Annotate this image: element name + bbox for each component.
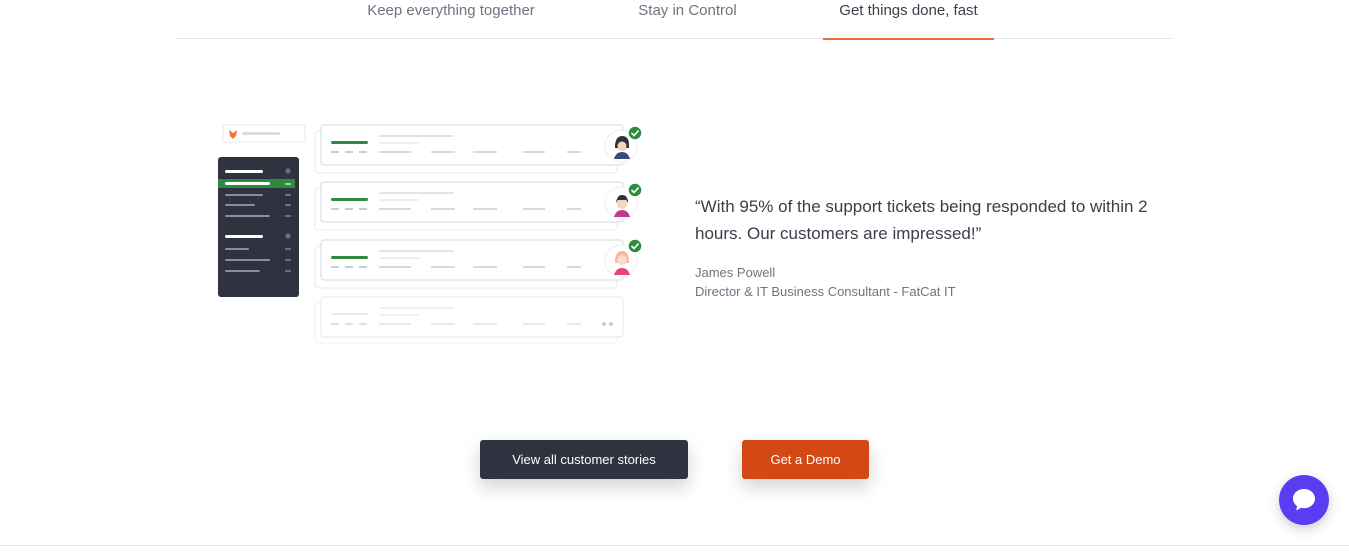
get-a-demo-button[interactable]: Get a Demo	[742, 440, 869, 479]
tab-stay-in-control[interactable]: Stay in Control	[615, 0, 760, 39]
testimonial-author-title: Director & IT Business Consultant - FatC…	[695, 284, 956, 299]
testimonial-author-name: James Powell	[695, 265, 776, 280]
chat-launcher-button[interactable]	[1279, 475, 1329, 525]
ticket-list-graphic	[218, 124, 643, 344]
tab-keep-everything-together[interactable]: Keep everything together	[351, 0, 551, 39]
ticket-list-illustration	[205, 115, 655, 355]
check-circle-icon	[627, 125, 643, 141]
section-divider	[0, 545, 1349, 546]
chat-bubble-icon	[1293, 489, 1315, 511]
testimonial-quote: “With 95% of the support tickets being r…	[695, 197, 1148, 243]
check-circle-icon	[627, 238, 643, 254]
view-all-customer-stories-button[interactable]: View all customer stories	[480, 440, 688, 479]
check-circle-icon	[627, 182, 643, 198]
tab-get-things-done-fast[interactable]: Get things done, fast	[823, 0, 994, 40]
feature-tabs: Keep everything together Stay in Control…	[175, 0, 1173, 40]
